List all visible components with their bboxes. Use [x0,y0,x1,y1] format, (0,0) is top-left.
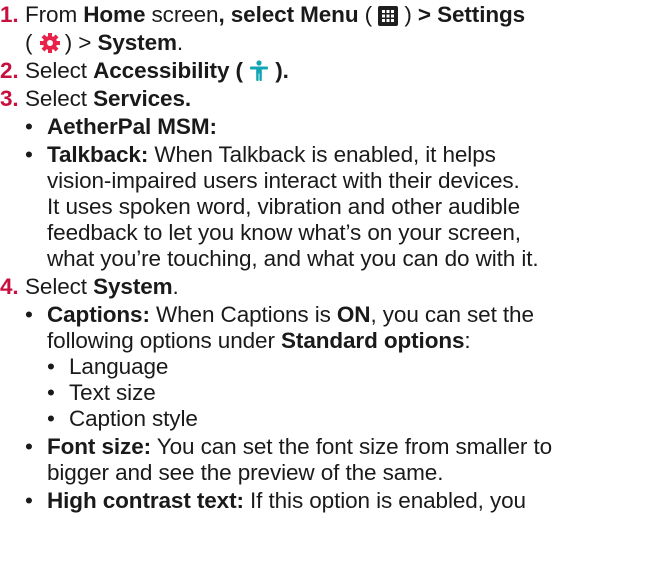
text: vision-impaired users interact with thei… [47,168,520,193]
text: When Captions is [149,302,337,327]
text: You can set the font size from smaller t… [151,434,553,459]
text-bold: System [97,30,177,55]
text: Caption style [69,406,198,431]
text-bold: System [93,274,173,299]
text: screen [145,2,219,27]
text: Select [25,274,94,299]
text: ) > [58,30,98,55]
step-2: 2. Select Accessibility ( ). [0,58,289,84]
text-bold: Home [83,2,146,27]
text: : [464,328,471,353]
text: , select [218,2,301,27]
step-number: 3. [0,86,19,111]
text: ) [398,2,418,27]
text-bold: Font size: [47,434,151,459]
text: If this option is enabled, you [243,488,526,513]
list-item: • Caption style [47,406,198,432]
text: Select [25,86,94,111]
text-bold: ON [336,302,371,327]
list-item: • Text size [47,380,156,406]
text: Text size [69,380,156,405]
list-item: • Font size: You can set the font size fr… [25,434,552,460]
text-bold: Captions: [47,302,150,327]
text: ( [25,30,39,55]
grid-menu-icon [378,6,399,26]
bullet: • [25,114,33,139]
bullet: • [25,434,33,459]
text: It uses spoken word, vibration and other… [47,194,520,219]
bullet: • [25,488,33,513]
text: . [172,274,179,299]
text: what you’re touching, and what you can d… [47,246,539,271]
text: feedback to let you know what’s on your … [47,220,521,245]
text-bold: Talkback: [47,142,149,167]
text-bold: AetherPal MSM: [47,114,217,139]
text: , you can set the [370,302,534,327]
text: Select [25,58,94,83]
text: bigger and see the preview of the same. [47,460,444,485]
text: following options under [47,328,282,353]
text: . [176,30,184,55]
text-bold: Standard options [281,328,465,353]
accessibility-person-icon [249,60,269,81]
list-item: • Language [47,354,168,380]
bullet: • [25,302,33,327]
text-line: following options under Standard options… [47,328,471,354]
bullet: • [25,142,33,167]
list-item: • AetherPal MSM: [25,114,217,140]
list-item: • Talkback: When Talkback is enabled, it … [25,142,496,168]
text: From [25,2,84,27]
list-item: • Captions: When Captions is ON, you can … [25,302,534,328]
text-bold: Accessibility [93,58,230,83]
text: Language [69,354,169,379]
text: ( [229,58,250,83]
text-bold: Menu [300,2,359,27]
bullet: • [47,406,55,431]
text: When Talkback is enabled, it helps [148,142,496,167]
text: ). [269,58,289,83]
gear-icon [39,32,60,53]
bullet: • [47,380,55,405]
step-3: 3. Select Services. [0,86,191,112]
step-1-line-2: ( ) > System. [25,30,183,56]
step-number: 4. [0,274,19,299]
step-4: 4. Select System. [0,274,179,300]
instructions-page: 1. From Home screen, select Menu ( ) > Se… [0,0,646,561]
text: ( [358,2,379,27]
bullet: • [47,354,55,379]
list-item: • High contrast text: If this option is e… [25,488,526,514]
step-1-line-1: 1. From Home screen, select Menu ( ) > Se… [0,2,525,28]
text-bold: Services. [93,86,192,111]
step-number: 2. [0,58,19,83]
text-bold: > Settings [417,2,526,27]
step-number: 1. [0,2,19,27]
text-bold: High contrast text: [47,488,244,513]
